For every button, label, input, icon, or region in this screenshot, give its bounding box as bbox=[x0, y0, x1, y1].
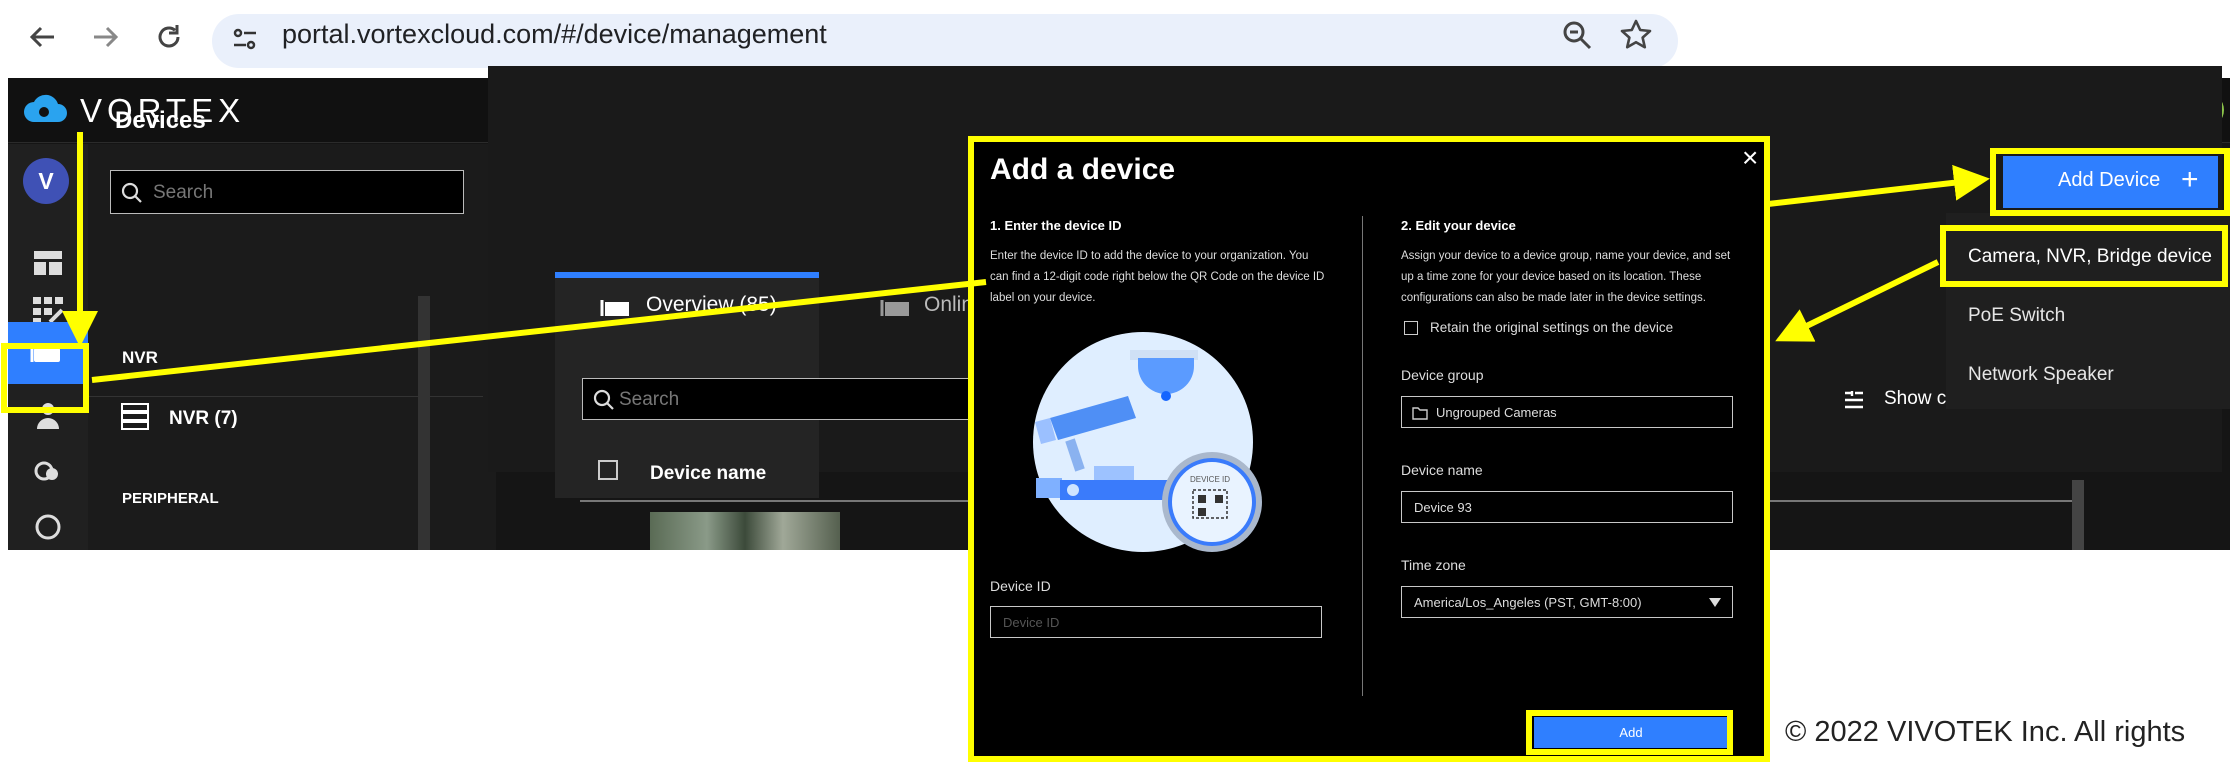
highlight-camera-menu-item bbox=[1940, 225, 2228, 287]
copyright-text: © 2022 VIVOTEK Inc. All rights bbox=[1785, 716, 2186, 748]
highlight-devices-rail bbox=[1, 343, 89, 413]
highlight-add-button bbox=[1526, 710, 1733, 755]
highlight-modal bbox=[968, 136, 1770, 762]
highlight-add-device bbox=[1990, 148, 2230, 216]
